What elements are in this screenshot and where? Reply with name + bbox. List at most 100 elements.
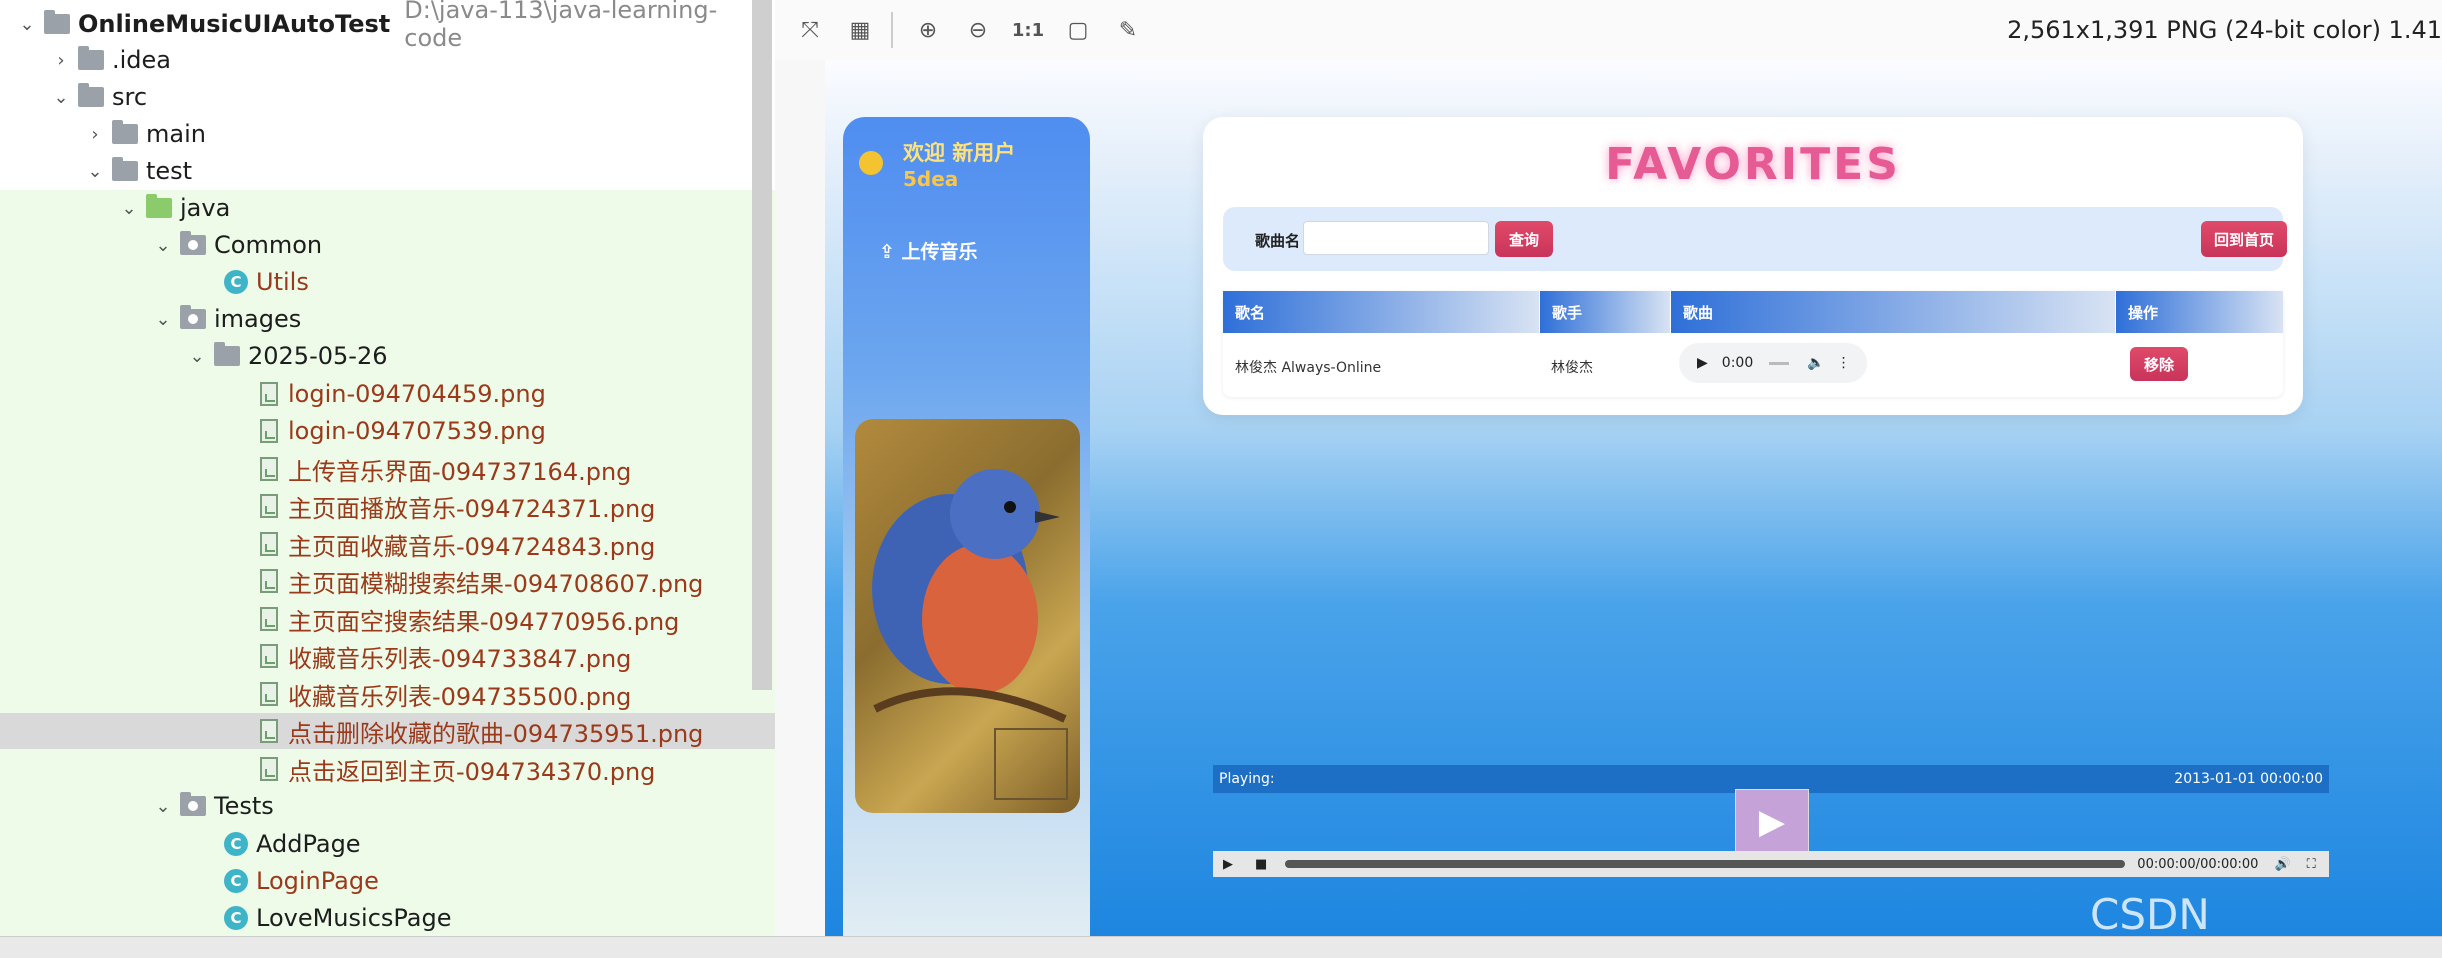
zoom-out-icon[interactable]: ⊖ [963,15,993,45]
tree-item-common[interactable]: ⌄ Common [0,227,775,263]
tree-item-main[interactable]: › main [0,116,775,152]
tree-item-label: 主页面模糊搜索结果-094708607.png [288,569,704,598]
tree-file-item[interactable]: login-094704459.png [0,376,775,412]
playing-label: Playing: [1219,771,1275,787]
tree-item-test[interactable]: ⌄ test [0,153,775,189]
image-viewer: ⤧ ▦ ⊕ ⊖ 1:1 ▢ ✎ 2,561x1,391 PNG (24-bit … [775,0,2442,958]
image-file-icon [260,532,278,556]
more-options-icon[interactable]: ⋮ [1837,355,1851,371]
folder-icon [112,157,138,181]
remove-button[interactable]: 移除 [2130,347,2188,381]
tree-file-item[interactable]: 主页面播放音乐-094724371.png [0,488,775,524]
actual-size-button[interactable]: 1:1 [1012,15,1044,45]
screenshot-preview: 欢迎 新用户 5dea ⇪ 上传音乐 FAVORITES 歌曲名 查询 回到首页… [825,60,2442,936]
chevron-down-icon[interactable]: ⌄ [118,197,140,219]
fit-zoom-icon[interactable]: ▢ [1063,15,1093,45]
chevron-down-icon[interactable]: ⌄ [152,234,174,256]
tree-item-java[interactable]: ⌄ java [0,190,775,226]
tree-file-item[interactable]: 收藏音乐列表-094735500.png [0,676,775,712]
tree-item-addpage[interactable]: C AddPage [0,826,775,862]
chevron-down-icon[interactable]: ⌄ [16,13,38,35]
playing-timestamp: 2013-01-01 00:00:00 [2174,771,2323,787]
folder-icon [78,83,104,107]
chevron-down-icon[interactable]: ⌄ [84,160,106,182]
audio-player[interactable]: ▶ 0:00 🔈 ⋮ [1679,343,1867,383]
volume-icon[interactable]: 🔊 [2274,857,2290,872]
package-icon [180,305,206,329]
search-bar: 歌曲名 查询 回到首页 [1223,207,2287,271]
image-file-icon [260,757,278,781]
tree-item-label: 收藏音乐列表-094735500.png [288,682,632,711]
column-header: 歌手 [1540,291,1670,333]
page-title: FAVORITES [1605,139,1901,190]
package-icon [180,792,206,816]
search-button[interactable]: 查询 [1495,221,1553,257]
folder-icon [78,46,104,70]
image-file-icon [260,607,278,631]
class-icon: C [224,906,248,930]
welcome-text: 欢迎 新用户 [903,141,1016,165]
tree-item-label: AddPage [256,830,361,858]
tree-item-lovemusicspage[interactable]: C LoveMusicsPage [0,900,775,936]
upload-label: 上传音乐 [901,241,978,263]
song-search-input[interactable] [1303,221,1489,255]
tree-item-src[interactable]: ⌄ src [0,79,775,115]
time-display: 00:00:00/00:00:00 [2137,856,2259,872]
tree-file-item[interactable]: 主页面空搜索结果-094770956.png [0,601,775,637]
album-art-bird [855,419,1080,813]
tree-item-loginpage[interactable]: C LoginPage [0,863,775,899]
fullscreen-icon[interactable]: ⛶ [2307,857,2316,872]
favorites-card: FAVORITES 歌曲名 查询 回到首页 歌名 歌手 歌曲 操作 林俊杰 Al… [1203,117,2303,415]
zoom-in-icon[interactable]: ⊕ [913,15,943,45]
big-play-icon[interactable]: ▶ [1735,789,1809,855]
fit-to-window-icon[interactable]: ⤧ [795,15,825,45]
tree-file-item[interactable]: login-094707539.png [0,413,775,449]
tree-item-date-folder[interactable]: ⌄ 2025-05-26 [0,338,775,374]
upload-music-link[interactable]: ⇪ 上传音乐 [879,237,978,264]
tree-root[interactable]: ⌄ OnlineMusicUIAutoTest D:\java-113\java… [0,0,775,52]
image-file-icon [260,457,278,481]
tree-scrollbar[interactable] [752,0,772,690]
audio-progress[interactable] [1769,361,1790,365]
watermark: CSDN @Austin_Acc [2090,890,2210,936]
image-file-icon [260,419,278,443]
grid-icon[interactable]: ▦ [845,15,875,45]
tree-item-utils[interactable]: C Utils [0,264,775,300]
column-header: 操作 [2116,291,2283,333]
tree-item-label: login-094707539.png [288,417,546,445]
folder-icon [214,342,240,366]
tree-file-item[interactable]: 主页面收藏音乐-094724843.png [0,526,775,562]
tree-item-label: login-094704459.png [288,380,546,408]
chevron-right-icon[interactable]: › [50,49,72,71]
back-home-button[interactable]: 回到首页 [2201,221,2287,257]
play-icon[interactable]: ▶ [1697,355,1708,371]
tree-file-item[interactable]: 上传音乐界面-094737164.png [0,451,775,487]
stop-icon[interactable]: ■ [1255,857,1267,872]
chevron-down-icon[interactable]: ⌄ [152,795,174,817]
tree-file-item[interactable]: 点击返回到主页-094734370.png [0,751,775,787]
audio-time: 0:00 [1721,355,1754,371]
upload-icon: ⇪ [879,241,902,263]
tree-item-label: LoveMusicsPage [256,904,452,932]
player-controls: ▶ ■ 00:00:00/00:00:00 🔊 ⛶ [1213,851,2329,877]
chevron-down-icon[interactable]: ⌄ [50,86,72,108]
volume-icon[interactable]: 🔈 [1807,355,1824,371]
tree-item-tests[interactable]: ⌄ Tests [0,788,775,824]
username: 5dea [903,167,959,191]
tree-file-item-selected[interactable]: 点击删除收藏的歌曲-094735951.png [0,713,775,749]
project-name: OnlineMusicUIAutoTest [77,10,391,38]
chevron-down-icon[interactable]: ⌄ [152,308,174,330]
tree-item-label: images [214,305,302,333]
color-picker-icon[interactable]: ✎ [1113,15,1143,45]
tree-item-label: 点击返回到主页-094734370.png [288,757,656,786]
chevron-right-icon[interactable]: › [84,123,106,145]
play-icon[interactable]: ▶ [1223,857,1233,872]
chevron-down-icon[interactable]: ⌄ [186,345,208,367]
tree-file-item[interactable]: 主页面模糊搜索结果-094708607.png [0,563,775,599]
tree-item-images[interactable]: ⌄ images [0,301,775,337]
class-icon: C [224,832,248,856]
tree-item-label: .idea [112,46,172,74]
seek-bar[interactable] [1285,860,2126,868]
tree-item-idea[interactable]: › .idea [0,42,775,78]
tree-file-item[interactable]: 收藏音乐列表-094733847.png [0,638,775,674]
